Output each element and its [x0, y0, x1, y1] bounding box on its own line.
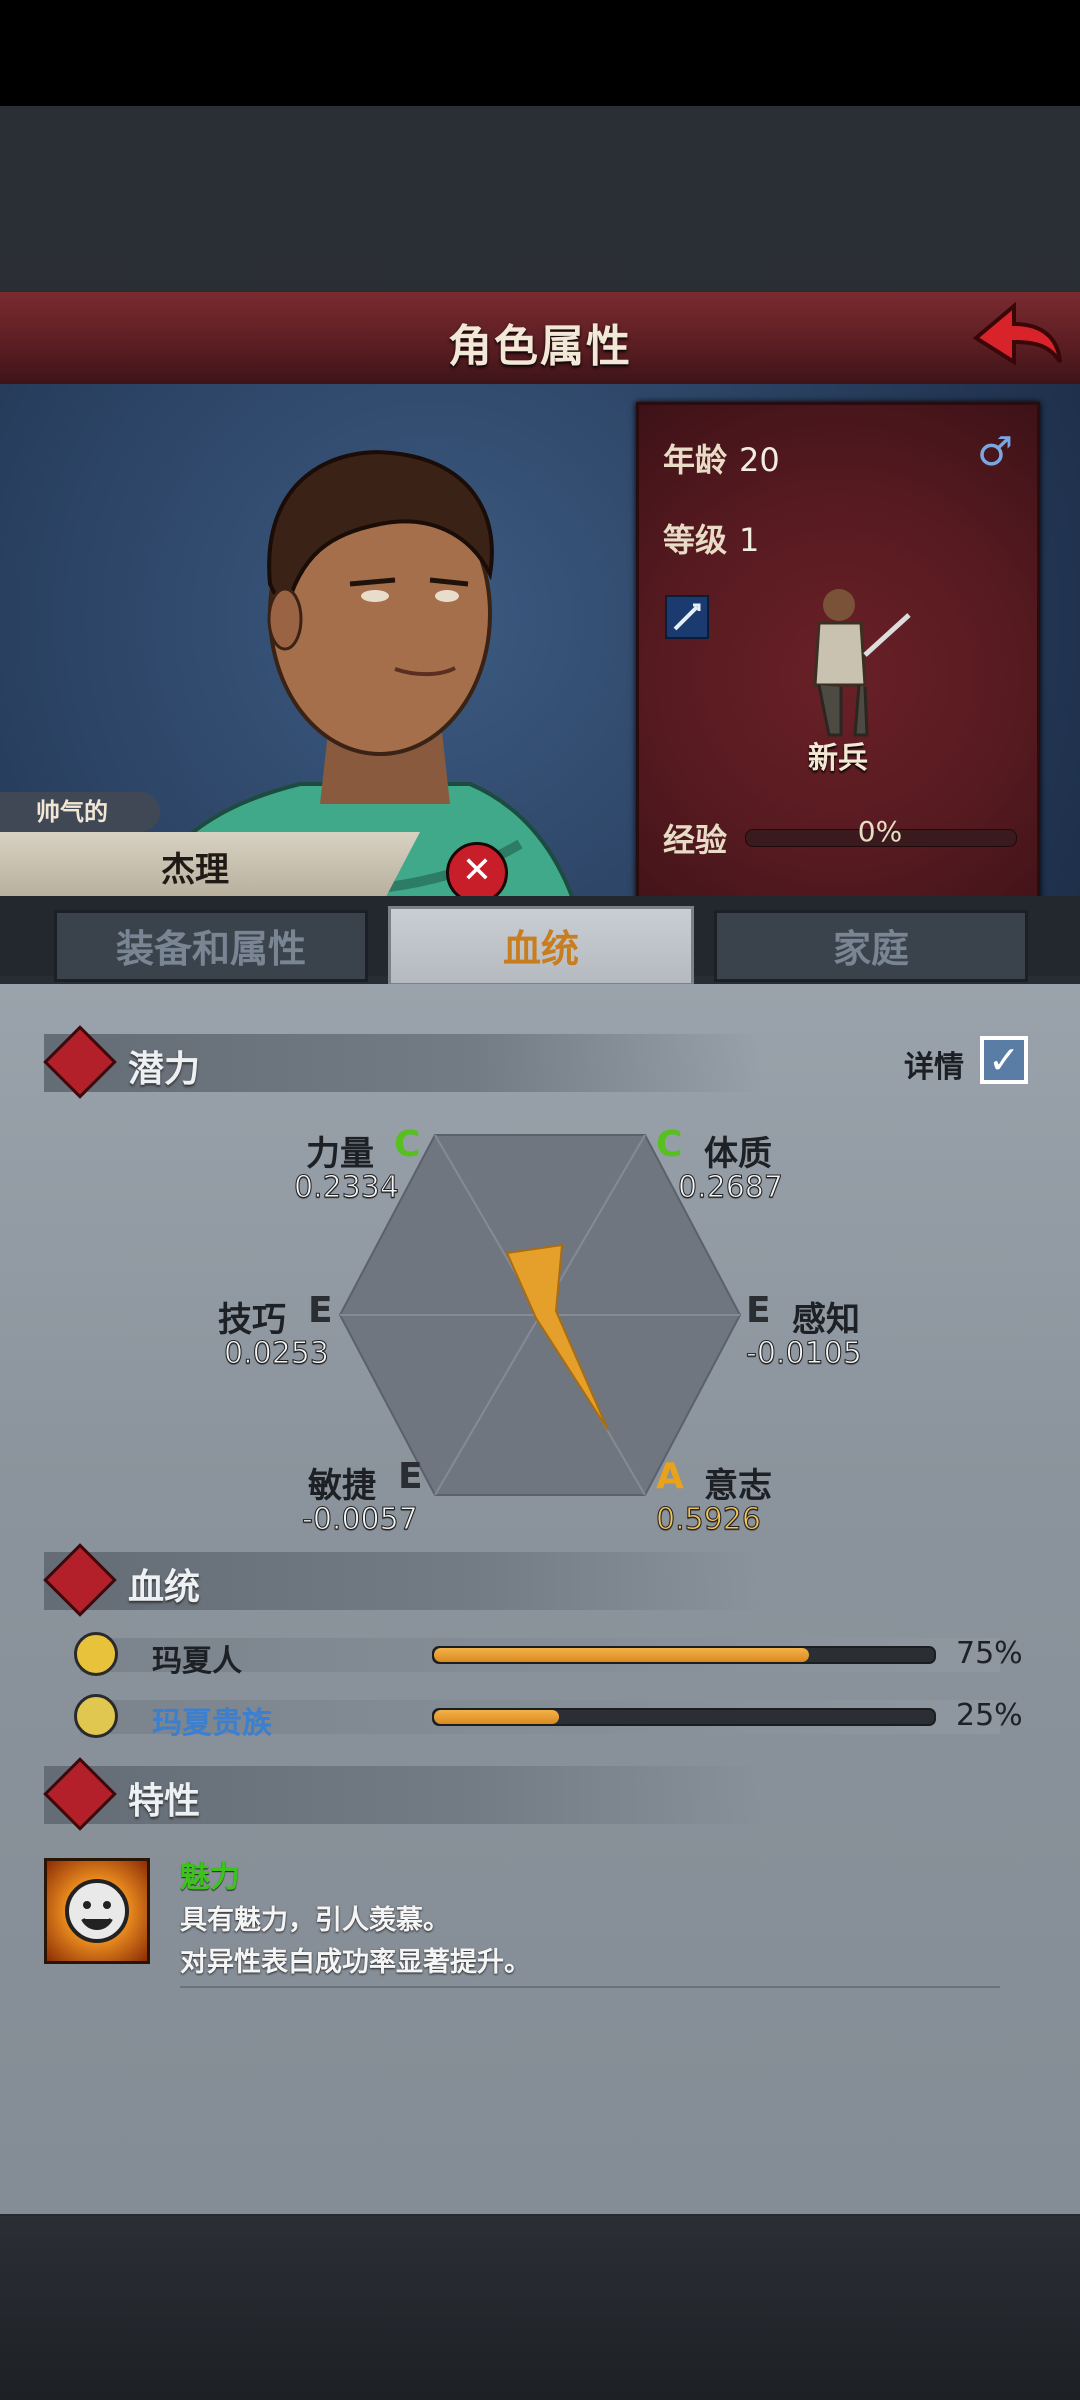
- male-gender-icon: ♂: [977, 429, 1013, 475]
- page-title: 角色属性: [448, 321, 632, 372]
- stat-constitution-name: 体质: [704, 1134, 772, 1174]
- class-label: 新兵: [808, 741, 868, 776]
- age-row: 年龄 20: [663, 435, 780, 481]
- level-row: 等级 1: [663, 515, 759, 561]
- exp-percent: 0%: [857, 815, 903, 848]
- stat-constitution-grade: C: [656, 1124, 683, 1165]
- detail-label: 详情: [904, 1050, 964, 1085]
- bloodline-title: 血统: [128, 1567, 201, 1608]
- bottom-area: [0, 2216, 1080, 2400]
- stat-constitution-value: 0.2687: [678, 1170, 784, 1206]
- potential-title: 潜力: [128, 1049, 201, 1090]
- trait-description-line2: 对异性表白成功率显著提升。: [180, 1947, 531, 1978]
- stat-will-value: 0.5926: [656, 1502, 762, 1538]
- noble-emblem-icon: [74, 1694, 118, 1738]
- charm-smiley-icon[interactable]: [44, 1858, 150, 1964]
- bloodline-name: 玛夏人: [152, 1644, 242, 1679]
- stat-agility-grade: E: [398, 1456, 423, 1497]
- tab-equipment-attributes[interactable]: 装备和属性: [54, 910, 368, 982]
- character-info-card: 年龄 20 ♂ 等级 1 新兵 经验 0%: [636, 402, 1040, 900]
- bloodline-percent: 25%: [956, 1698, 1023, 1733]
- status-bar-area: [0, 0, 1080, 106]
- close-icon[interactable]: ✕: [446, 842, 508, 904]
- sword-icon: [665, 595, 709, 639]
- stat-perception-value: -0.0105: [746, 1336, 863, 1372]
- bloodline-emblem-icon: [74, 1632, 118, 1676]
- trait-description-line1: 具有魅力，引人羡慕。: [180, 1905, 450, 1936]
- traits-title: 特性: [128, 1781, 201, 1822]
- age-value: 20: [739, 441, 780, 479]
- level-value: 1: [739, 521, 760, 559]
- age-label: 年龄: [663, 441, 728, 479]
- bloodline-percent: 75%: [956, 1636, 1023, 1671]
- divider: [180, 1986, 1000, 1988]
- stat-strength-name: 力量: [306, 1134, 374, 1174]
- stat-agility-value: -0.0057: [302, 1502, 419, 1538]
- stat-skill-grade: E: [308, 1290, 333, 1331]
- stat-perception-grade: E: [746, 1290, 771, 1331]
- tab-family[interactable]: 家庭: [714, 910, 1028, 982]
- back-arrow-icon[interactable]: [970, 300, 1066, 376]
- bloodline-bar-fill: [434, 1648, 809, 1662]
- class-figure-icon: [813, 589, 911, 737]
- stat-skill-value: 0.0253: [224, 1336, 330, 1372]
- stat-perception-name: 感知: [792, 1300, 860, 1340]
- exp-label: 经验: [663, 821, 728, 859]
- trait-name: 魅力: [180, 1860, 240, 1895]
- bloodline-bar: [432, 1646, 936, 1664]
- bloodline-bar: [432, 1708, 936, 1726]
- header-banner: 角色属性: [0, 292, 1080, 388]
- stat-strength-grade: C: [394, 1124, 421, 1165]
- bloodline-name[interactable]: 玛夏贵族: [152, 1698, 272, 1742]
- level-label: 等级: [663, 521, 728, 559]
- stat-will-grade: A: [656, 1456, 684, 1497]
- stat-strength-value: 0.2334: [294, 1170, 400, 1206]
- detail-checkbox[interactable]: ✓: [980, 1036, 1028, 1084]
- stat-agility-name: 敏捷: [308, 1466, 376, 1506]
- stat-will-name: 意志: [704, 1466, 772, 1506]
- stat-skill-name: 技巧: [218, 1300, 286, 1340]
- bloodline-bar-fill: [434, 1710, 559, 1724]
- tab-bloodline[interactable]: 血统: [388, 906, 694, 986]
- character-name[interactable]: 杰理: [0, 842, 390, 891]
- character-trait-tag: 帅气的: [0, 792, 160, 832]
